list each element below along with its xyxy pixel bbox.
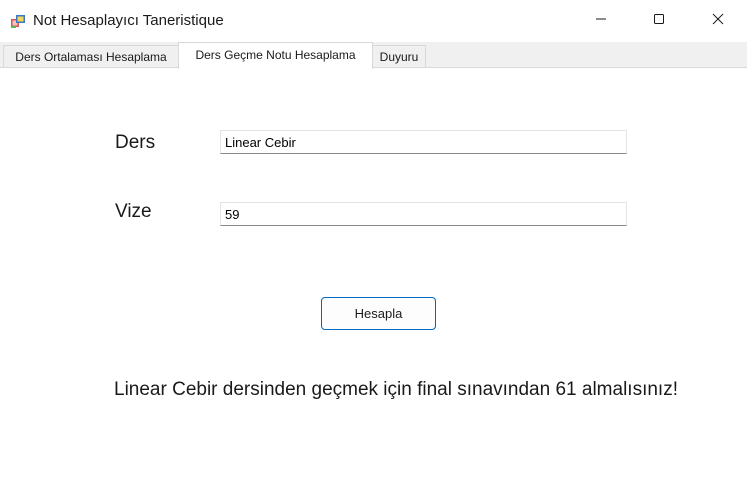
maximize-button[interactable] — [630, 0, 688, 42]
tab-strip: Ders Ortalaması Hesaplama Ders Geçme Not… — [0, 42, 747, 69]
minimize-icon — [595, 12, 607, 30]
tab-page-ders-gecme-notu: Ders Vize Hesapla Linear Cebir dersinden… — [0, 67, 747, 495]
window-title: Not Hesaplayıcı Taneristique — [33, 12, 224, 29]
tab-label: Ders Geçme Notu Hesaplama — [195, 48, 356, 62]
tab-ders-ortalamasi-hesaplama[interactable]: Ders Ortalaması Hesaplama — [3, 45, 179, 68]
tab-label: Duyuru — [379, 50, 419, 64]
ders-input[interactable] — [220, 130, 627, 154]
close-icon — [712, 12, 724, 30]
app-window: Not Hesaplayıcı Taneristique Ders Ortala… — [0, 0, 747, 495]
close-button[interactable] — [689, 0, 747, 42]
tab-label: Ders Ortalaması Hesaplama — [15, 50, 167, 64]
tab-ders-gecme-notu-hesaplama[interactable]: Ders Geçme Notu Hesaplama — [178, 42, 373, 69]
vize-label: Vize — [115, 201, 152, 222]
maximize-icon — [653, 12, 665, 30]
windows-forms-app-icon — [10, 13, 26, 29]
hesapla-button[interactable]: Hesapla — [321, 297, 436, 330]
title-bar[interactable]: Not Hesaplayıcı Taneristique — [0, 0, 747, 42]
minimize-button[interactable] — [572, 0, 630, 42]
ders-label: Ders — [115, 132, 156, 153]
result-text: Linear Cebir dersinden geçmek için final… — [114, 379, 678, 400]
vize-input[interactable] — [220, 202, 627, 226]
tab-duyuru[interactable]: Duyuru — [372, 45, 426, 68]
